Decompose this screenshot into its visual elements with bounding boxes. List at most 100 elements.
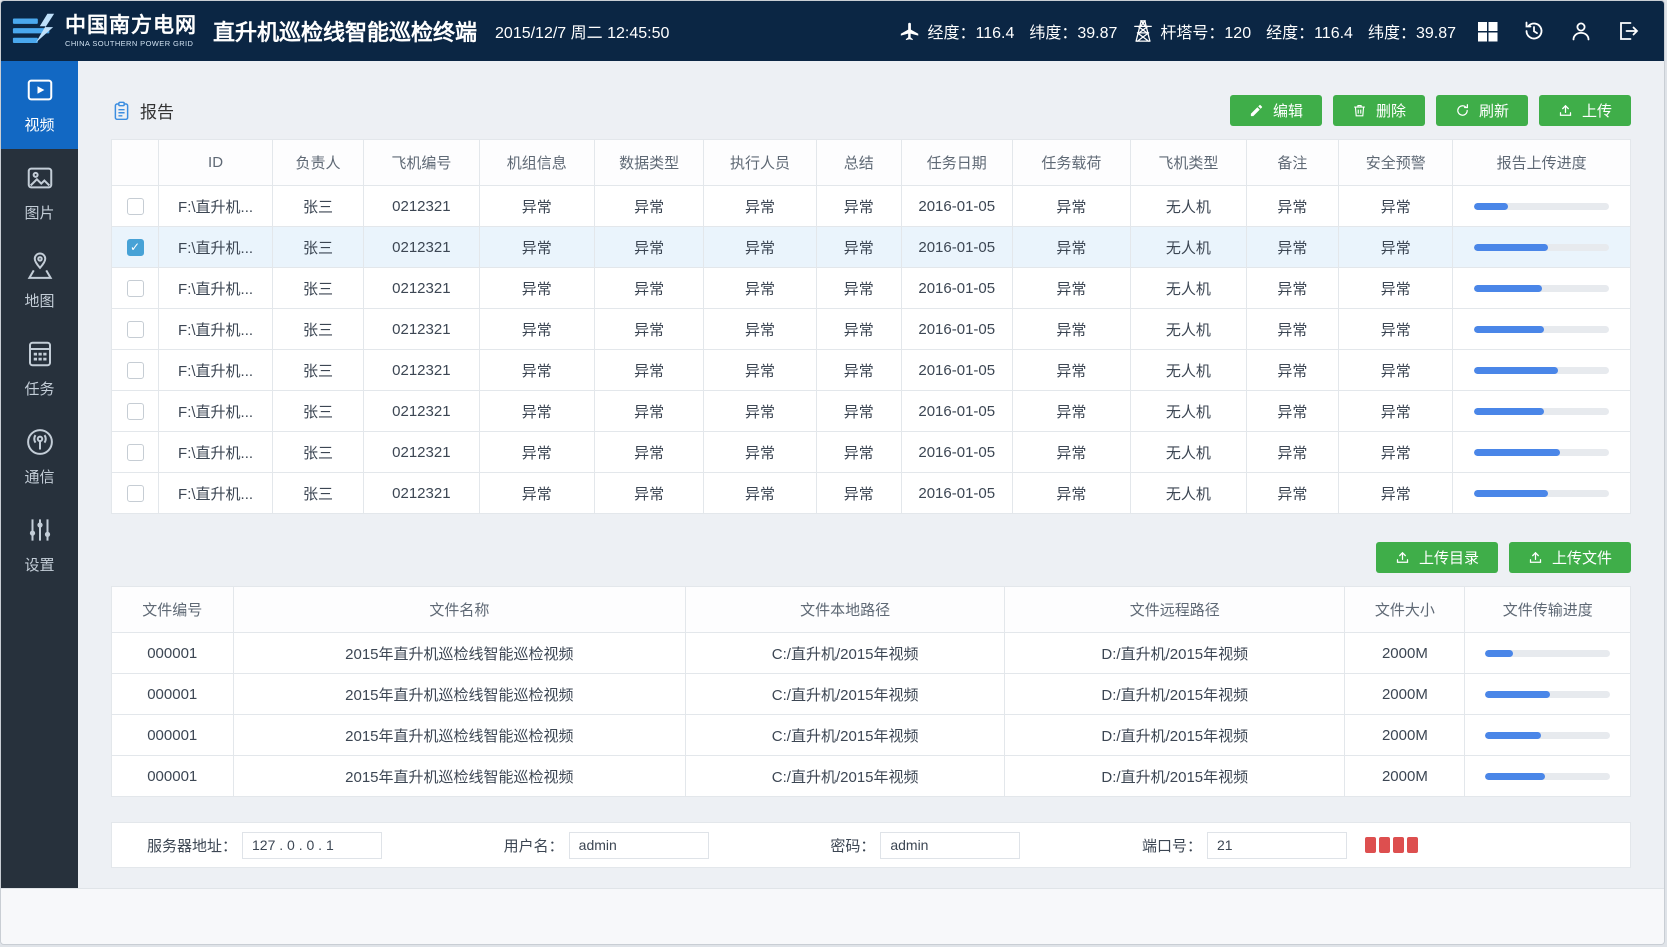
upload-progress-bar — [1474, 408, 1609, 415]
sidebar: 视频 图片 地图 — [1, 61, 78, 888]
cell-executor: 异常 — [704, 391, 816, 432]
windows-icon — [1475, 19, 1499, 43]
row-checkbox[interactable]: ✓ — [127, 444, 144, 461]
cell-executor: 异常 — [704, 227, 816, 268]
column-header: ID — [159, 140, 273, 186]
password-input[interactable] — [880, 832, 1020, 859]
table-row[interactable]: ✓ F:\直升机... 张三 0212321 异常 异常 异常 异常 2016-… — [112, 391, 1631, 432]
cell-payload: 异常 — [1012, 350, 1130, 391]
upload-file-button-label: 上传文件 — [1552, 547, 1612, 568]
row-checkbox[interactable]: ✓ — [127, 321, 144, 338]
cell-date: 2016-01-05 — [901, 186, 1012, 227]
tower-info: 杆塔号：120 — [1132, 19, 1251, 43]
row-checkbox[interactable]: ✓ — [127, 362, 144, 379]
sidebar-item-label: 任务 — [24, 378, 54, 399]
cell-crew: 异常 — [479, 432, 594, 473]
history-button[interactable] — [1518, 15, 1550, 47]
server-address-group: 服务器地址： — [147, 832, 382, 859]
table-row[interactable]: 000001 2015年直升机巡检线智能巡检视频 C:/直升机/2015年视频 … — [112, 633, 1631, 674]
cell-plane-no: 0212321 — [364, 186, 479, 227]
upload-directory-button[interactable]: 上传目录 — [1376, 542, 1498, 573]
cell-plane-no: 0212321 — [364, 473, 479, 514]
sidebar-item-label: 地图 — [24, 290, 54, 311]
files-table-body: 000001 2015年直升机巡检线智能巡检视频 C:/直升机/2015年视频 … — [112, 633, 1631, 797]
username-input[interactable] — [569, 832, 709, 859]
table-row[interactable]: 000001 2015年直升机巡检线智能巡检视频 C:/直升机/2015年视频 … — [112, 756, 1631, 797]
cell-owner: 张三 — [273, 227, 364, 268]
port-label: 端口号： — [1142, 835, 1202, 856]
table-row[interactable]: ✓ F:\直升机... 张三 0212321 异常 异常 异常 异常 2016-… — [112, 350, 1631, 391]
column-header: 执行人员 — [704, 140, 816, 186]
cell-date: 2016-01-05 — [901, 268, 1012, 309]
cell-plane-no: 0212321 — [364, 391, 479, 432]
table-row[interactable]: 000001 2015年直升机巡检线智能巡检视频 C:/直升机/2015年视频 … — [112, 715, 1631, 756]
cell-warning: 异常 — [1339, 350, 1453, 391]
cell-date: 2016-01-05 — [901, 350, 1012, 391]
cell-crew: 异常 — [479, 227, 594, 268]
cell-plane-type: 无人机 — [1131, 268, 1246, 309]
logout-button[interactable] — [1612, 15, 1644, 47]
table-row[interactable]: ✓ F:\直升机... 张三 0212321 异常 异常 异常 异常 2016-… — [112, 309, 1631, 350]
cell-remote-path: D:/直升机/2015年视频 — [1005, 633, 1345, 674]
map-icon — [25, 251, 55, 281]
cell-executor: 异常 — [704, 186, 816, 227]
cell-id: F:\直升机... — [159, 432, 273, 473]
row-checkbox[interactable]: ✓ — [127, 485, 144, 502]
delete-button[interactable]: 删除 — [1333, 95, 1425, 126]
user-button[interactable] — [1565, 15, 1597, 47]
cell-warning: 异常 — [1339, 432, 1453, 473]
sidebar-item-map[interactable]: 地图 — [1, 237, 78, 325]
cell-summary: 异常 — [816, 309, 901, 350]
table-row[interactable]: 000001 2015年直升机巡检线智能巡检视频 C:/直升机/2015年视频 … — [112, 674, 1631, 715]
cell-remark: 异常 — [1246, 186, 1339, 227]
refresh-button[interactable]: 刷新 — [1436, 95, 1528, 126]
edit-button[interactable]: 编辑 — [1230, 95, 1322, 126]
user-icon — [1569, 19, 1593, 43]
sidebar-item-image[interactable]: 图片 — [1, 149, 78, 237]
cell-warning: 异常 — [1339, 473, 1453, 514]
server-address-input[interactable] — [242, 832, 382, 859]
upload-file-button[interactable]: 上传文件 — [1509, 542, 1631, 573]
row-checkbox[interactable]: ✓ — [127, 198, 144, 215]
cell-data-type: 异常 — [595, 350, 704, 391]
report-table: ID负责人飞机编号机组信息数据类型执行人员总结任务日期任务载荷飞机类型备注安全预… — [111, 139, 1631, 514]
port-input[interactable] — [1207, 832, 1347, 859]
cell-owner: 张三 — [273, 268, 364, 309]
cell-plane-no: 0212321 — [364, 432, 479, 473]
report-icon — [111, 100, 132, 122]
column-header: 数据类型 — [595, 140, 704, 186]
cell-remark: 异常 — [1246, 268, 1339, 309]
table-row[interactable]: ✓ F:\直升机... 张三 0212321 异常 异常 异常 异常 2016-… — [112, 227, 1631, 268]
sidebar-item-communication[interactable]: 通信 — [1, 413, 78, 501]
cell-id: F:\直升机... — [159, 227, 273, 268]
aircraft-latitude: 纬度：39.87 — [1029, 19, 1117, 43]
airplane-icon — [899, 19, 921, 43]
tower-icon — [1132, 19, 1154, 43]
table-row[interactable]: ✓ F:\直升机... 张三 0212321 异常 异常 异常 异常 2016-… — [112, 473, 1631, 514]
column-header: 安全预警 — [1339, 140, 1453, 186]
history-icon — [1522, 19, 1546, 43]
table-row[interactable]: ✓ F:\直升机... 张三 0212321 异常 异常 异常 异常 2016-… — [112, 268, 1631, 309]
sidebar-item-task[interactable]: 任务 — [1, 325, 78, 413]
sidebar-item-video[interactable]: 视频 — [1, 61, 78, 149]
upload-progress-bar — [1474, 244, 1609, 251]
row-checkbox[interactable]: ✓ — [127, 403, 144, 420]
password-group: 密码： — [830, 832, 1020, 859]
upload-button[interactable]: 上传 — [1539, 95, 1631, 126]
username-group: 用户名： — [504, 832, 709, 859]
row-checkbox[interactable]: ✓ — [127, 239, 144, 256]
sidebar-item-settings[interactable]: 设置 — [1, 501, 78, 589]
topbar: 中国南方电网 CHINA SOUTHERN POWER GRID 直升机巡检线智… — [1, 1, 1664, 61]
upload-button-label: 上传 — [1582, 100, 1612, 121]
table-row[interactable]: ✓ F:\直升机... 张三 0212321 异常 异常 异常 异常 2016-… — [112, 432, 1631, 473]
windows-button[interactable] — [1471, 15, 1503, 47]
table-row[interactable]: ✓ F:\直升机... 张三 0212321 异常 异常 异常 异常 2016-… — [112, 186, 1631, 227]
row-checkbox[interactable]: ✓ — [127, 280, 144, 297]
cell-id: F:\直升机... — [159, 268, 273, 309]
cell-owner: 张三 — [273, 432, 364, 473]
cell-payload: 异常 — [1012, 268, 1130, 309]
upload-progress-bar — [1474, 367, 1609, 374]
cell-owner: 张三 — [273, 186, 364, 227]
upload-icon — [1528, 550, 1543, 565]
cell-remote-path: D:/直升机/2015年视频 — [1005, 674, 1345, 715]
